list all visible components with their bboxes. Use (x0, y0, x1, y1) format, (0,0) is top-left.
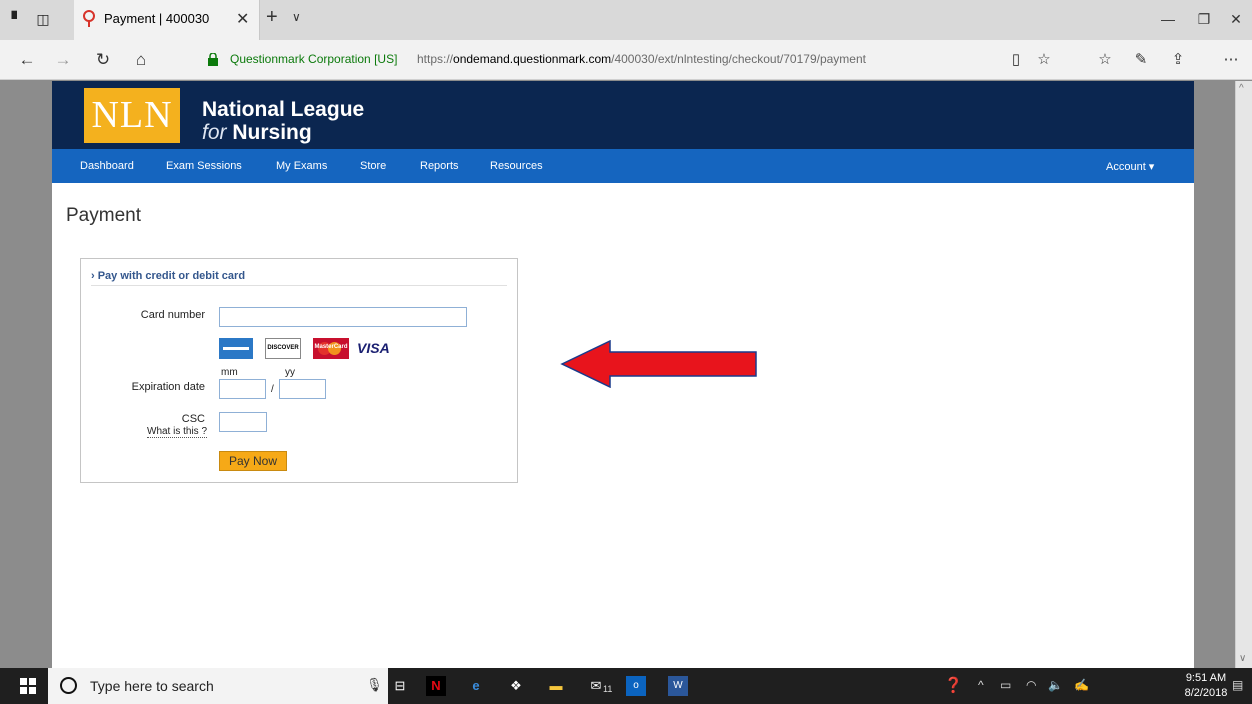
tray-overflow-icon[interactable]: ^ (978, 678, 984, 692)
nav-dashboard[interactable]: Dashboard (80, 160, 134, 172)
browser-tab-bar: ▘ ◫ Payment | 400030 ✕ + ∨ — ❐ ✕ (0, 0, 1252, 40)
back-icon[interactable]: ← (16, 49, 38, 71)
mm-label: mm (221, 367, 238, 378)
chevron-down-icon[interactable]: ∨ (292, 10, 301, 24)
mastercard-logo: MasterCard (313, 338, 349, 359)
exp-year-input[interactable] (279, 379, 326, 399)
taskbar: Type here to search 🎙 ⊟ N e ❖ ▬ ✉ 11 o W… (0, 668, 1252, 704)
share-icon[interactable]: ⇪ (1167, 49, 1189, 71)
csc-input[interactable] (219, 412, 267, 432)
pay-now-button[interactable]: Pay Now (219, 451, 287, 471)
url-field[interactable]: https://ondemand.questionmark.com/400030… (417, 52, 866, 66)
close-window-icon[interactable]: ✕ (1224, 8, 1248, 30)
nav-exam-sessions[interactable]: Exam Sessions (166, 160, 242, 172)
close-tab-icon[interactable]: ✕ (236, 9, 249, 29)
edge-icon[interactable]: e (466, 676, 486, 696)
expiration-label: Expiration date (131, 381, 205, 393)
payment-panel: › Pay with credit or debit card Card num… (80, 258, 518, 483)
url-path: /400030/ext/nlntesting/checkout/70179/pa… (611, 52, 866, 66)
yy-label: yy (285, 367, 295, 378)
search-placeholder: Type here to search (90, 678, 214, 694)
divider (91, 285, 507, 286)
amex-logo (219, 338, 253, 359)
web-note-icon[interactable]: ✎ (1130, 49, 1152, 71)
lock-icon[interactable] (208, 53, 218, 66)
card-number-input[interactable] (219, 307, 467, 327)
mastercard-text: MasterCard (314, 344, 348, 350)
nav-resources[interactable]: Resources (490, 160, 543, 172)
show-tabs-icon[interactable]: ◫ (32, 8, 54, 30)
org-for: for (202, 121, 227, 144)
site-header: NLN National League for Nursing (52, 81, 1194, 149)
browser-tab-payment[interactable]: Payment | 400030 ✕ (74, 0, 260, 40)
url-prefix: https:// (417, 52, 454, 66)
date-separator: / (271, 384, 274, 395)
netflix-icon[interactable]: N (426, 676, 446, 696)
clock-time: 9:51 AM (1185, 672, 1227, 684)
volume-icon[interactable]: 🔈 (1048, 678, 1063, 692)
scroll-down-icon[interactable]: ∨ (1239, 653, 1246, 664)
address-bar: ← → ↻ ⌂ Questionmark Corporation [US] ht… (0, 40, 1252, 80)
clock[interactable]: 9:51 AM 8/2/2018 (1182, 671, 1230, 701)
more-icon[interactable]: ⋯ (1220, 49, 1242, 71)
help-icon[interactable]: ❓ (944, 676, 963, 694)
microphone-icon[interactable]: 🎙 (366, 677, 383, 693)
mail-badge: 11 (603, 684, 613, 694)
set-aside-tabs-icon[interactable]: ▘ (6, 8, 28, 30)
task-view-icon[interactable]: ⊟ (390, 676, 410, 696)
arrow-shape (560, 340, 757, 388)
vertical-scrollbar[interactable]: ^ ∨ (1235, 81, 1252, 668)
file-explorer-icon[interactable]: ▬ (546, 676, 566, 696)
exp-month-input[interactable] (219, 379, 266, 399)
outlook-icon[interactable]: o (626, 676, 646, 696)
refresh-icon[interactable]: ↻ (92, 49, 114, 71)
visa-logo: VISA (357, 340, 390, 356)
discover-logo: DISCOVER (265, 338, 301, 359)
org-name-line2: for Nursing (202, 121, 312, 145)
nav-my-exams[interactable]: My Exams (276, 160, 327, 172)
reading-view-icon[interactable]: ▯ (1005, 49, 1027, 71)
favorites-hub-icon[interactable]: ☆ (1094, 49, 1116, 71)
org-name-line1: National League (202, 98, 365, 121)
nln-logo[interactable]: NLN (84, 88, 180, 143)
minimize-icon[interactable]: — (1156, 8, 1180, 30)
dropbox-icon[interactable]: ❖ (506, 676, 526, 696)
annotation-arrow (560, 340, 757, 388)
cortana-icon (60, 677, 77, 694)
wifi-icon[interactable]: ◠ (1026, 678, 1036, 692)
forward-icon[interactable]: → (52, 49, 74, 71)
card-number-label: Card number (140, 309, 205, 321)
tab-title: Payment | 400030 (104, 11, 210, 26)
clock-date: 8/2/2018 (1184, 687, 1228, 699)
home-icon[interactable]: ⌂ (130, 49, 152, 71)
site-identity[interactable]: Questionmark Corporation [US] (230, 52, 397, 66)
favicon-icon (83, 10, 95, 27)
word-icon[interactable]: W (668, 676, 688, 696)
windows-start-icon[interactable] (20, 678, 36, 694)
nav-store[interactable]: Store (360, 160, 386, 172)
org-nursing: Nursing (232, 121, 312, 144)
account-menu[interactable]: Account ▾ (1106, 160, 1154, 173)
panel-heading[interactable]: › Pay with credit or debit card (91, 270, 245, 282)
new-tab-icon[interactable]: + (266, 6, 278, 29)
nav-reports[interactable]: Reports (420, 160, 459, 172)
pen-icon[interactable]: ✍ (1074, 678, 1089, 692)
notifications-icon[interactable]: ▤ (1232, 678, 1243, 692)
taskbar-search[interactable]: Type here to search 🎙 (48, 668, 388, 704)
scroll-up-icon[interactable]: ^ (1239, 83, 1244, 94)
page-title: Payment (66, 205, 141, 226)
csc-label: CSC (181, 413, 205, 425)
restore-icon[interactable]: ❐ (1192, 8, 1216, 30)
battery-icon[interactable]: ▭ (1000, 678, 1011, 692)
url-host: ondemand.questionmark.com (453, 52, 612, 66)
csc-help-link[interactable]: What is this ? (147, 426, 208, 438)
favorite-star-icon[interactable]: ☆ (1033, 49, 1055, 71)
main-nav: Dashboard Exam Sessions My Exams Store R… (52, 149, 1194, 183)
